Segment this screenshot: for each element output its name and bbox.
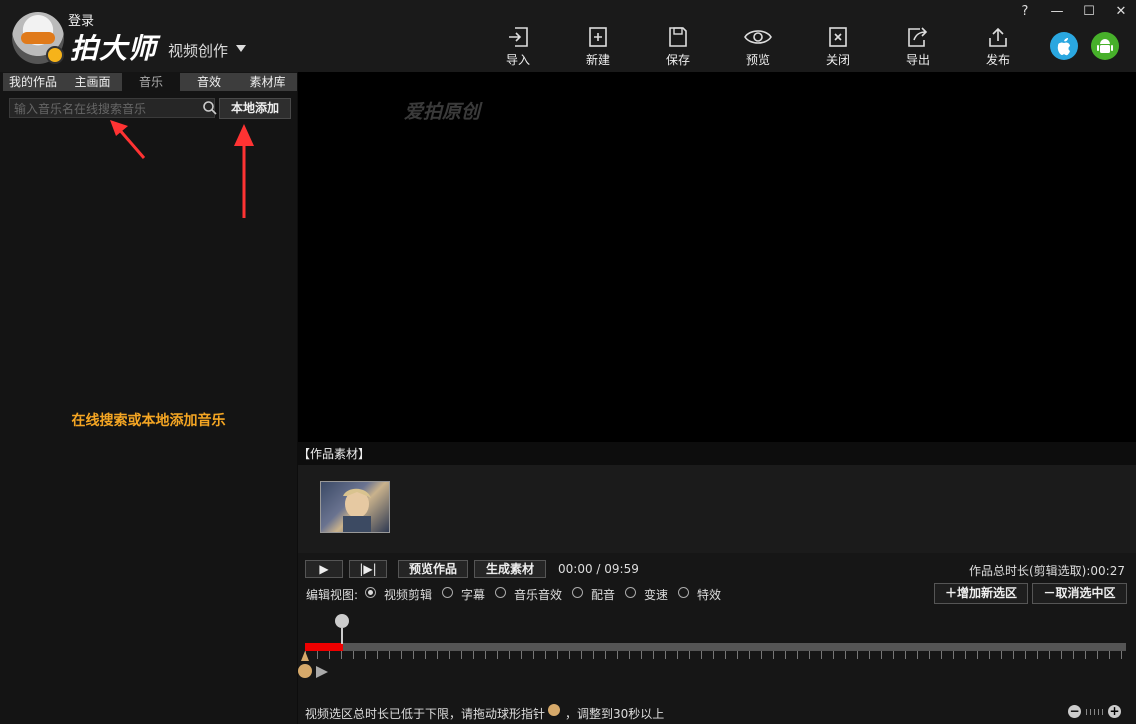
zoom-out-icon[interactable]: −	[1068, 705, 1081, 718]
chevron-down-icon[interactable]	[236, 45, 246, 52]
radio-subtitles[interactable]	[442, 587, 453, 598]
edit-view-label: 编辑视图:	[306, 586, 358, 603]
preview-work-button[interactable]: 预览作品	[398, 560, 468, 578]
radio-label-video-edit[interactable]: 视频剪辑	[384, 586, 432, 603]
export-icon	[906, 26, 930, 48]
radio-label-music-effects[interactable]: 音乐音效	[514, 586, 562, 603]
empty-hint: 在线搜索或本地添加音乐	[0, 410, 297, 430]
timeline-ruler	[305, 651, 1126, 659]
new-button[interactable]: 新建	[573, 26, 623, 70]
preview-label: 预览	[733, 51, 783, 68]
android-icon[interactable]	[1091, 32, 1119, 60]
tab-material-library[interactable]: 素材库	[238, 73, 297, 91]
watermark-logo: 爱拍原创	[404, 97, 480, 124]
pin-pointer	[301, 651, 309, 661]
play-button[interactable]: ▶	[305, 560, 343, 578]
window-close-button[interactable]: ✕	[1110, 3, 1132, 21]
material-section-title: 【作品素材】	[298, 445, 370, 462]
import-icon	[507, 26, 529, 48]
save-button[interactable]: 保存	[653, 26, 703, 70]
tab-my-works[interactable]: 我的作品	[3, 73, 63, 91]
app-logo	[12, 12, 64, 64]
search-icon[interactable]	[202, 100, 218, 116]
cancel-selection-button[interactable]: －取消选中区	[1032, 583, 1127, 604]
minus-icon: －	[1043, 586, 1055, 600]
export-button[interactable]: 导出	[893, 26, 943, 70]
zoom-scale[interactable]	[1086, 709, 1106, 715]
radio-effects[interactable]	[678, 587, 689, 598]
radio-label-dubbing[interactable]: 配音	[591, 586, 615, 603]
new-icon	[587, 26, 609, 48]
import-label: 导入	[493, 51, 543, 68]
save-icon	[667, 26, 689, 48]
add-selection-button[interactable]: ＋增加新选区	[934, 583, 1028, 604]
close-file-button[interactable]: 关闭	[813, 26, 863, 70]
preview-button[interactable]: 预览	[733, 26, 783, 70]
add-selection-label: 增加新选区	[957, 586, 1017, 600]
music-search-input[interactable]	[12, 100, 196, 118]
eye-icon	[743, 26, 773, 48]
tab-music[interactable]: 音乐	[122, 73, 180, 91]
zoom-in-icon[interactable]: +	[1108, 705, 1121, 718]
import-button[interactable]: 导入	[493, 26, 543, 70]
material-strip	[298, 465, 1136, 553]
cancel-selection-label: 取消选中区	[1056, 586, 1116, 600]
close-file-label: 关闭	[813, 51, 863, 68]
radio-label-effects[interactable]: 特效	[697, 586, 721, 603]
timeline-track[interactable]	[305, 643, 1126, 651]
tab-sound-effects[interactable]: 音效	[180, 73, 238, 91]
status-message: 视频选区总时长已低于下限，请拖动球形指针	[305, 705, 545, 722]
export-label: 导出	[893, 51, 943, 68]
brand-title: 拍大师	[70, 27, 157, 67]
pointer-arrow-icon	[232, 122, 256, 220]
timecode: 00:00 / 09:59	[558, 562, 639, 576]
radio-speed[interactable]	[625, 587, 636, 598]
play-triangle-icon[interactable]	[316, 666, 328, 678]
publish-icon	[987, 26, 1009, 48]
maximize-button[interactable]: ☐	[1078, 3, 1100, 21]
mode-selector[interactable]: 视频创作	[168, 40, 228, 61]
close-file-icon	[827, 26, 849, 48]
local-add-button[interactable]: 本地添加	[219, 98, 291, 119]
apple-icon[interactable]	[1050, 32, 1078, 60]
tab-main-screen[interactable]: 主画面	[63, 73, 122, 91]
scrubber-stem	[341, 628, 343, 644]
new-label: 新建	[573, 51, 623, 68]
video-preview	[298, 72, 1136, 442]
playhead-handle[interactable]	[335, 614, 349, 628]
timeline-selection[interactable]	[305, 643, 343, 651]
save-label: 保存	[653, 51, 703, 68]
step-forward-button[interactable]: |▶|	[349, 560, 387, 578]
radio-video-edit[interactable]	[365, 587, 376, 598]
total-duration: 作品总时长(剪辑选取):00:27	[969, 562, 1125, 579]
plus-icon: ＋	[945, 586, 957, 600]
header-bar	[0, 0, 1136, 72]
video-thumbnail[interactable]	[320, 481, 390, 533]
radio-music-effects[interactable]	[495, 587, 506, 598]
publish-button[interactable]: 发布	[973, 26, 1023, 70]
radio-label-subtitles[interactable]: 字幕	[461, 586, 485, 603]
minimize-button[interactable]: —	[1046, 3, 1068, 21]
radio-dubbing[interactable]	[572, 587, 583, 598]
radio-label-speed[interactable]: 变速	[644, 586, 668, 603]
publish-label: 发布	[973, 51, 1023, 68]
help-button[interactable]: ?	[1014, 3, 1036, 21]
music-search-box	[9, 98, 215, 118]
ball-pointer-icon	[548, 704, 560, 716]
pointer-arrow-icon	[108, 118, 148, 162]
generate-material-button[interactable]: 生成素材	[474, 560, 546, 578]
status-message-tail: ，调整到30秒以上	[565, 705, 664, 722]
ball-pointer-handle[interactable]	[298, 664, 312, 678]
